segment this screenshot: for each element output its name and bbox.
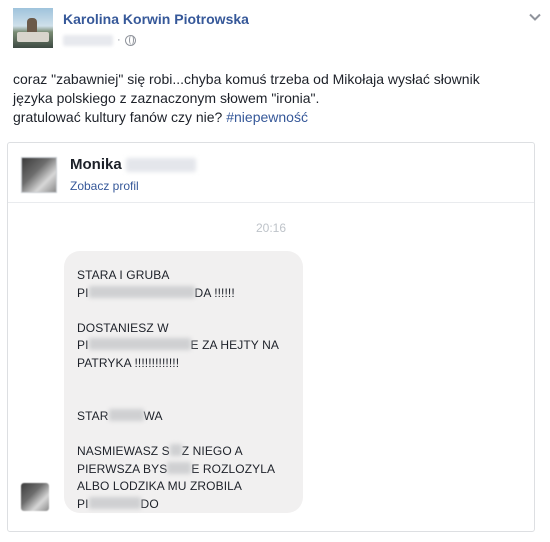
message-fragment: PI	[77, 338, 89, 353]
post-text-line-text: gratulować kultury fanów czy nie?	[13, 109, 227, 125]
message-fragment: DO	[140, 496, 159, 511]
message-fragment: WA	[143, 408, 163, 423]
public-globe-icon[interactable]	[124, 34, 136, 46]
post-timestamp-redacted[interactable]	[63, 34, 113, 46]
message-line: NASMIEWASZ S Z NIEGO A	[77, 443, 290, 461]
post-meta: ·	[63, 33, 136, 47]
message-fragment: PIERWSZA BYS	[77, 461, 168, 476]
contact-last-name-redacted	[125, 157, 196, 172]
message-fragment: DA !!!!!!	[194, 285, 235, 300]
hashtag-link[interactable]: #niepewność	[226, 109, 308, 125]
contact-name: Monika	[70, 156, 196, 173]
message-spacer	[77, 373, 290, 391]
message-fragment: E ZA HEJTY NA	[190, 338, 279, 353]
message-line: PI DA !!!!!!	[77, 285, 290, 303]
message-line: DOSTANIESZ W	[77, 320, 169, 335]
redacted-text	[88, 496, 141, 509]
message-fragment: E ROZLOZYLA	[191, 461, 276, 476]
redacted-text	[108, 408, 144, 421]
message-line: PIERWSZA BYS E ROZLOZYLA	[77, 461, 290, 479]
shared-message-card: Monika Zobacz profil 20:16 STARA I GRUBA…	[7, 142, 535, 532]
message-spacer	[77, 390, 290, 408]
redacted-text	[167, 461, 192, 474]
message-line: STAR WA	[77, 408, 290, 426]
message-line: PATRYKA !!!!!!!!!!!!!	[77, 355, 180, 370]
post-text-line: coraz "zabawniej" się robi...chyba komuś…	[13, 71, 480, 87]
message-line: ALBO LODZIKA MU ZROBILA	[77, 479, 243, 494]
author-avatar[interactable]	[13, 8, 53, 48]
message-spacer	[77, 302, 290, 320]
message-line: PI DO	[77, 496, 290, 514]
contact-first-name[interactable]: Monika	[70, 156, 122, 173]
redacted-text	[88, 338, 191, 351]
message-fragment: PI	[77, 496, 89, 511]
contact-avatar[interactable]	[21, 157, 57, 193]
message-time: 20:16	[255, 221, 287, 235]
post-text-line: gratulować kultury fanów czy nie? #niepe…	[13, 108, 533, 127]
message-fragment: STAR	[77, 408, 109, 423]
post-text-line: języka polskiego z zaznaczonym słowem "i…	[13, 90, 320, 106]
avatar-table	[17, 32, 49, 42]
see-profile-link[interactable]: Zobacz profil	[70, 179, 139, 193]
message-fragment: Z NIEGO A	[181, 443, 243, 458]
message-line: STARA I GRUBA	[77, 268, 170, 282]
message-line: PI E ZA HEJTY NA	[77, 337, 290, 355]
redacted-text	[88, 285, 195, 298]
card-header: Monika Zobacz profil	[8, 143, 534, 203]
message-fragment: PI	[77, 285, 89, 300]
chevron-down-icon[interactable]	[528, 10, 542, 24]
meta-separator: ·	[117, 34, 121, 46]
message-bubble: STARA I GRUBA PI DA !!!!!! DOSTANIESZ W P…	[64, 251, 303, 513]
redacted-text	[169, 443, 182, 456]
message-fragment: NASMIEWASZ S	[77, 443, 170, 458]
post-text: coraz "zabawniej" się robi...chyba komuś…	[13, 70, 533, 127]
message-spacer	[77, 425, 290, 443]
sender-avatar[interactable]	[21, 483, 49, 511]
author-name-link[interactable]: Karolina Korwin Piotrowska	[63, 11, 249, 27]
